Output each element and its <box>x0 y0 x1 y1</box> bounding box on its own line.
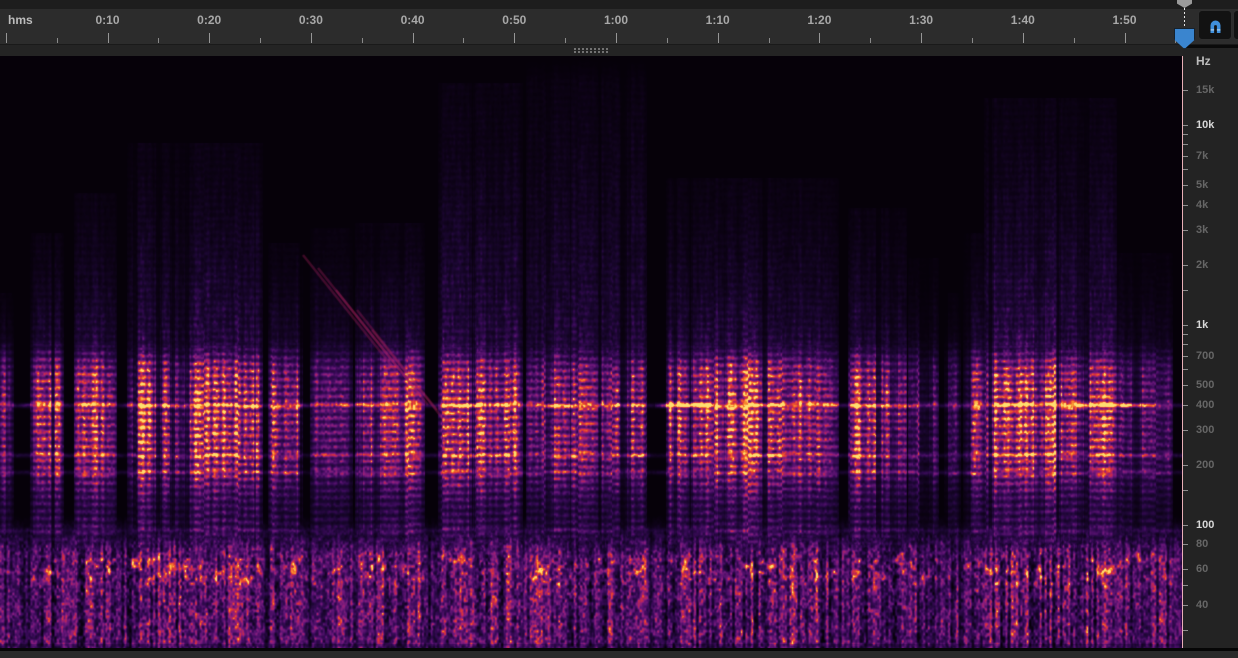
time-label: 1:40 <box>1011 13 1035 27</box>
ruler-tick <box>158 38 159 43</box>
freq-tick <box>1183 430 1188 431</box>
freq-tick-label: 200 <box>1196 459 1214 471</box>
frequency-unit-label: Hz <box>1196 54 1211 68</box>
time-label: 0:50 <box>502 13 526 27</box>
status-strip <box>0 648 1238 658</box>
ruler-tick <box>769 38 770 43</box>
freq-tick-label: 500 <box>1196 379 1214 391</box>
freq-tick <box>1183 169 1188 170</box>
snapping-toggle-button[interactable] <box>1198 10 1232 40</box>
ruler-tick <box>718 33 719 43</box>
freq-tick <box>1183 369 1188 370</box>
spectral-editor-panel: hms 0:10 0:20 0:30 0:40 0:50 1:00 1:10 1:20 1:30… <box>0 0 1238 658</box>
freq-tick-label: 1k <box>1196 319 1208 331</box>
ruler-tick <box>819 33 820 43</box>
timeline-ruler[interactable]: hms 0:10 0:20 0:30 0:40 0:50 1:00 1:10 1:20 1:30… <box>0 0 1238 45</box>
freq-tick-label: 5k <box>1196 179 1208 191</box>
marker-tool-button[interactable] <box>1233 10 1238 40</box>
freq-tick <box>1183 569 1188 570</box>
playhead-dotted-line <box>1184 8 1185 30</box>
ruler-tick <box>463 38 464 43</box>
freq-tick <box>1183 405 1188 406</box>
ruler-tick <box>6 33 7 43</box>
freq-tick-label: 4k <box>1196 199 1208 211</box>
ruler-top-strip <box>0 0 1238 9</box>
freq-tick <box>1183 265 1188 266</box>
time-format-label: hms <box>8 13 33 27</box>
freq-tick <box>1183 134 1188 135</box>
magnet-icon <box>1206 16 1225 35</box>
time-label: 1:30 <box>909 13 933 27</box>
freq-tick <box>1183 544 1188 545</box>
ruler-tick <box>413 33 414 43</box>
time-label: 1:20 <box>807 13 831 27</box>
freq-tick <box>1183 185 1188 186</box>
freq-tick-label: 700 <box>1196 350 1214 362</box>
ruler-tick <box>565 38 566 43</box>
ruler-tick <box>1074 38 1075 43</box>
freq-tick <box>1183 344 1188 345</box>
freq-tick <box>1183 385 1188 386</box>
ruler-tick <box>209 33 210 43</box>
freq-tick <box>1183 90 1188 91</box>
time-label: 0:30 <box>299 13 323 27</box>
freq-tick-label: 10k <box>1196 119 1214 131</box>
freq-tick <box>1183 490 1188 491</box>
spectrogram-display[interactable] <box>0 56 1183 648</box>
freq-tick-label: 80 <box>1196 538 1208 550</box>
ruler-tick <box>972 38 973 43</box>
freq-tick-label: 3k <box>1196 224 1208 236</box>
freq-tick-label: 400 <box>1196 399 1214 411</box>
freq-tick <box>1183 125 1188 126</box>
time-label: 0:20 <box>197 13 221 27</box>
freq-tick <box>1183 525 1188 526</box>
freq-tick <box>1183 325 1188 326</box>
time-label: 0:10 <box>95 13 119 27</box>
freq-tick <box>1183 290 1188 291</box>
ruler-tick <box>667 38 668 43</box>
spectrogram-canvas[interactable] <box>0 56 1183 648</box>
ruler-tick <box>260 38 261 43</box>
time-label: 1:00 <box>604 13 628 27</box>
freq-tick-label: 7k <box>1196 150 1208 162</box>
freq-tick <box>1183 630 1188 631</box>
freq-tick-label: 60 <box>1196 563 1208 575</box>
frequency-scale[interactable]: Hz 15k 10k 7k 5k 4k 3k 2k 1k 700 500 400 300 200 100 8… <box>1183 48 1238 648</box>
time-label: 1:50 <box>1112 13 1136 27</box>
freq-tick <box>1183 585 1188 586</box>
freq-tick-label: 100 <box>1196 519 1214 531</box>
freq-tick <box>1183 356 1188 357</box>
freq-tick <box>1183 334 1188 335</box>
freq-tick <box>1183 465 1188 466</box>
freq-tick-label: 15k <box>1196 84 1214 96</box>
ruler-tick <box>1125 33 1126 43</box>
ruler-tick <box>870 38 871 43</box>
freq-tick <box>1183 156 1188 157</box>
ruler-tick <box>362 38 363 43</box>
time-label: 1:10 <box>706 13 730 27</box>
freq-tick-label: 300 <box>1196 424 1214 436</box>
freq-tick <box>1183 230 1188 231</box>
time-label: 0:40 <box>401 13 425 27</box>
ruler-tick <box>57 38 58 43</box>
ruler-tick <box>616 33 617 43</box>
freq-tick <box>1183 144 1188 145</box>
freq-tick-label: 2k <box>1196 259 1208 271</box>
playhead-line <box>1182 56 1183 648</box>
freq-tick <box>1183 205 1188 206</box>
freq-tick-label: 40 <box>1196 599 1208 611</box>
freq-tick <box>1183 605 1188 606</box>
splitter-grip-handle[interactable] <box>574 48 610 54</box>
ruler-tick <box>1023 33 1024 43</box>
ruler-tick <box>311 33 312 43</box>
ruler-tick <box>108 33 109 43</box>
ruler-tick <box>921 33 922 43</box>
ruler-tick <box>514 33 515 43</box>
